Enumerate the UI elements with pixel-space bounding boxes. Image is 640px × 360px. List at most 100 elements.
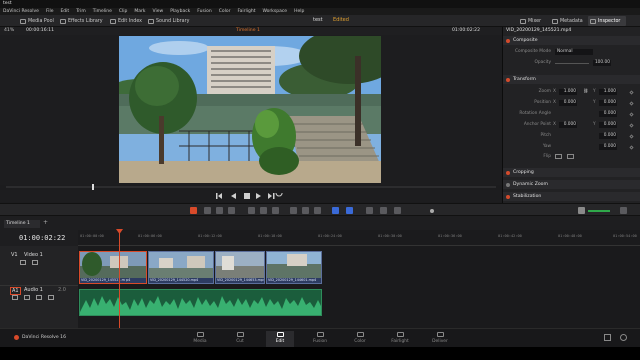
zoom-x-value[interactable]: 1.000: [559, 89, 577, 95]
dynamic-zoom-header[interactable]: Dynamic Zoom: [503, 180, 640, 189]
menu-view[interactable]: View: [153, 9, 164, 14]
menu-edit[interactable]: Edit: [60, 9, 69, 14]
page-color[interactable]: Color: [346, 331, 374, 347]
timeline-timecode[interactable]: 01:00:02:22: [19, 234, 65, 242]
menu-file[interactable]: File: [46, 9, 54, 14]
anchor-keyframe-icon[interactable]: [629, 123, 634, 128]
effects-library-button[interactable]: Effects Library: [60, 17, 103, 25]
dynamic-trim-icon[interactable]: [216, 207, 223, 214]
page-cut[interactable]: Cut: [226, 331, 254, 347]
add-timeline-icon[interactable]: +: [43, 219, 48, 226]
zoom-y-value[interactable]: 1.000: [599, 89, 617, 95]
viewer-zoom[interactable]: 41%: [4, 28, 14, 33]
opacity-value[interactable]: 100.00: [593, 60, 611, 66]
replace-clip-icon[interactable]: [272, 207, 279, 214]
page-edit[interactable]: Edit: [266, 331, 294, 347]
timeline-playhead[interactable]: [119, 230, 120, 328]
timeline-name[interactable]: Timeline 1: [236, 28, 260, 33]
rotation-keyframe-icon[interactable]: [629, 112, 634, 117]
selection-tool-icon[interactable]: [190, 207, 197, 214]
composite-mode-select[interactable]: Normal: [555, 49, 593, 55]
settings-icon[interactable]: [620, 334, 627, 341]
position-lock-icon[interactable]: [314, 207, 321, 214]
transform-enable-icon[interactable]: [506, 77, 510, 82]
flip-horizontal-icon[interactable]: [555, 154, 562, 159]
stabilization-enable-icon[interactable]: [506, 194, 510, 199]
menu-playback[interactable]: Playback: [170, 9, 190, 14]
link-icon[interactable]: ⛓: [583, 89, 588, 94]
page-media[interactable]: Media: [186, 331, 214, 347]
pitch-keyframe-icon[interactable]: [629, 134, 634, 139]
menu-color[interactable]: Color: [219, 9, 231, 14]
cropping-enable-icon[interactable]: [506, 170, 510, 175]
mute-icon[interactable]: [48, 295, 54, 300]
page-deliver[interactable]: Deliver: [426, 331, 454, 347]
composite-enable-icon[interactable]: [506, 38, 510, 43]
video-clip[interactable]: VID_20200129_144601.mp4: [266, 251, 322, 284]
timeline-ruler[interactable]: 01:00:00:00 01:00:06:00 01:00:12:00 01:0…: [78, 230, 640, 246]
viewer-video-frame[interactable]: [119, 36, 381, 183]
menu-timeline[interactable]: Timeline: [93, 9, 112, 14]
timeline-tab[interactable]: Timeline 1: [4, 220, 40, 228]
video-track-name[interactable]: Video 1: [24, 252, 43, 258]
menu-help[interactable]: Help: [294, 9, 304, 14]
menu-fairlight[interactable]: Fairlight: [237, 9, 255, 14]
detail-zoom-icon[interactable]: [380, 207, 387, 214]
menu-mark[interactable]: Mark: [134, 9, 145, 14]
solo-icon[interactable]: [36, 295, 42, 300]
full-zoom-icon[interactable]: [366, 207, 373, 214]
zoom-keyframe-icon[interactable]: [629, 90, 634, 95]
auto-select-icon[interactable]: [32, 260, 38, 265]
composite-header[interactable]: Composite: [503, 36, 640, 45]
video-clip[interactable]: VID_20200129_145521.m p4: [79, 251, 147, 284]
home-icon[interactable]: [604, 334, 611, 341]
anchor-y-value[interactable]: 0.000: [599, 122, 617, 128]
video-clip[interactable]: VID_20200129_144520.mp4: [148, 251, 214, 284]
audio-track-name[interactable]: Audio 1: [24, 287, 43, 293]
sound-library-button[interactable]: Sound Library: [148, 17, 189, 25]
page-fairlight[interactable]: Fairlight: [386, 331, 414, 347]
custom-zoom-icon[interactable]: [394, 207, 401, 214]
blade-tool-icon[interactable]: [228, 207, 235, 214]
video-clip[interactable]: VID_20200129_144653.mp4: [215, 251, 265, 284]
metadata-button[interactable]: Metadata: [552, 17, 583, 25]
inspector-button[interactable]: Inspector: [590, 17, 620, 25]
edit-index-button[interactable]: Edit Index: [110, 17, 142, 25]
transform-header[interactable]: Transform: [503, 75, 640, 84]
linked-selection-icon[interactable]: [302, 207, 309, 214]
viewer-scrub-bar[interactable]: [6, 186, 496, 188]
menu-trim[interactable]: Trim: [76, 9, 86, 14]
menu-workspace[interactable]: Workspace: [262, 9, 287, 14]
menu-fusion[interactable]: Fusion: [197, 9, 211, 14]
timeline-tracks[interactable]: VID_20200129_145521.m p4 VID_20200129_14…: [78, 246, 640, 328]
yaw-value[interactable]: 0.000: [599, 144, 617, 150]
mixer-button[interactable]: Mixer: [520, 17, 541, 25]
stabilization-header[interactable]: Stabilization: [503, 192, 640, 201]
media-pool-button[interactable]: Media Pool: [20, 17, 54, 25]
overwrite-clip-icon[interactable]: [260, 207, 267, 214]
position-y-value[interactable]: 0.000: [599, 100, 617, 106]
position-keyframe-icon[interactable]: [629, 101, 634, 106]
audio-lock-icon[interactable]: [12, 295, 18, 300]
menu-clip[interactable]: Clip: [119, 9, 128, 14]
pitch-value[interactable]: 0.000: [599, 133, 617, 139]
page-fusion[interactable]: Fusion: [306, 331, 334, 347]
insert-clip-icon[interactable]: [248, 207, 255, 214]
menu-davinci-resolve[interactable]: DaVinci Resolve: [3, 9, 39, 14]
audio-clip[interactable]: [79, 289, 322, 316]
rotation-value[interactable]: 0.000: [599, 111, 617, 117]
track-lock-icon[interactable]: [20, 260, 26, 265]
zoom-slider-handle[interactable]: [430, 209, 434, 213]
marker-icon[interactable]: [346, 207, 353, 214]
trim-tool-icon[interactable]: [204, 207, 211, 214]
audio-auto-select-icon[interactable]: [24, 295, 30, 300]
flag-icon[interactable]: [332, 207, 339, 214]
anchor-x-value[interactable]: 0.000: [559, 122, 577, 128]
volume-slider[interactable]: [588, 210, 610, 212]
opacity-slider[interactable]: [555, 63, 589, 64]
yaw-keyframe-icon[interactable]: [629, 145, 634, 150]
cropping-header[interactable]: Cropping: [503, 168, 640, 177]
dynamic-zoom-enable-icon[interactable]: [506, 182, 510, 187]
volume-icon[interactable]: [578, 207, 585, 214]
position-x-value[interactable]: 0.000: [559, 100, 577, 106]
